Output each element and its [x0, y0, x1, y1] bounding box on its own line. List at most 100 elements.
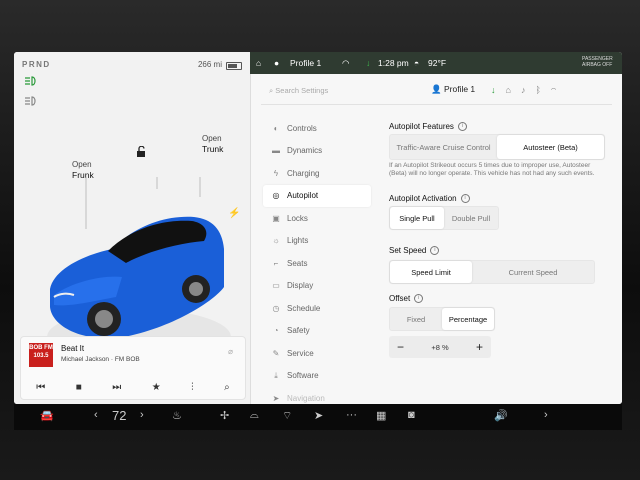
- top-status-bar: ⌂ ● Profile 1 ◠ ↓ 1:28 pm ◓ 92°F PASSENG…: [250, 52, 622, 74]
- settings-panel: ⌕ Search Settings 👤 Profile 1 ↓⌂♪ᛒ◠ ◐ Con…: [251, 74, 622, 404]
- menu-item-lights[interactable]: ☼ Lights: [263, 230, 371, 253]
- menu-item-controls[interactable]: ◐ Controls: [263, 117, 371, 140]
- search-input[interactable]: Search Settings: [275, 86, 328, 95]
- profile-icon: 👤: [431, 84, 442, 94]
- battery-icon: [226, 62, 242, 70]
- next-track-icon[interactable]: ⏭: [112, 382, 121, 393]
- volume-icon[interactable]: 🔊: [494, 409, 508, 422]
- offset-value: +8 %: [431, 342, 449, 352]
- touchscreen: PRND 266 mi Open Frunk Open Trunk ⚡ BOB …: [14, 52, 622, 404]
- station-logo: BOB FM 103.5: [29, 343, 53, 367]
- menu-item-charging[interactable]: ϟ Charging: [263, 162, 371, 185]
- clock-time: 1:28 pm: [378, 58, 409, 68]
- sun-icon: ☼: [272, 236, 280, 246]
- headlight-icon: [24, 76, 38, 86]
- temp-down-chevron-icon[interactable]: ‹: [94, 409, 98, 421]
- info-icon[interactable]: i: [460, 194, 470, 204]
- increase-button[interactable]: +: [476, 340, 483, 354]
- settings-search[interactable]: ⌕ Search Settings: [269, 86, 328, 96]
- percentage-option[interactable]: Percentage: [442, 308, 494, 330]
- wrench-icon: ✎: [272, 348, 280, 358]
- download-icon: ↓: [366, 58, 371, 68]
- current-speed-option[interactable]: Current Speed: [472, 261, 594, 283]
- profile-icon[interactable]: ●: [274, 58, 279, 68]
- autopilot-activation-toggle: Single Pull Double Pull: [389, 206, 499, 230]
- media-controls: ⏮ ■ ⏭ ★ ⫶ ⌕: [21, 379, 245, 395]
- frunk-label-line1: Open: [72, 160, 92, 169]
- clock-icon: ◷: [272, 303, 280, 313]
- search-icon: ⌕: [269, 86, 274, 95]
- decrease-button[interactable]: −: [397, 340, 404, 354]
- navigation-icon[interactable]: ➤: [314, 409, 323, 422]
- home-icon[interactable]: ⌂: [256, 58, 261, 68]
- song-artist: Michael Jackson · FM BOB: [61, 356, 140, 363]
- temp-up-chevron-icon[interactable]: ›: [140, 409, 144, 421]
- info-icon[interactable]: i: [430, 246, 440, 256]
- menu-item-schedule[interactable]: ◷ Schedule: [263, 297, 371, 320]
- search-icon[interactable]: ⌕: [224, 382, 230, 393]
- stop-icon[interactable]: ■: [76, 382, 82, 393]
- settings-profile[interactable]: 👤 Profile 1: [431, 84, 475, 95]
- person-icon: ◓: [414, 58, 420, 68]
- software-update-icon[interactable]: ↓: [491, 85, 506, 95]
- seat-icon: ⌐: [273, 258, 279, 268]
- vehicle-status-bar: PRND 266 mi: [22, 60, 242, 72]
- bolt-icon: ϟ: [273, 168, 279, 178]
- menu-item-locks[interactable]: ▣ Locks: [263, 207, 371, 230]
- fan-icon[interactable]: ✢: [220, 409, 229, 422]
- wifi-icon[interactable]: ◠: [551, 85, 566, 95]
- homelink-icon[interactable]: ⌂: [506, 85, 521, 95]
- bluetooth-icon[interactable]: ᛒ: [535, 85, 550, 95]
- single-pull-option[interactable]: Single Pull: [390, 207, 444, 229]
- app-launcher-icon[interactable]: ▦: [376, 409, 386, 422]
- no-signal-icon: ⌀: [228, 347, 233, 356]
- car-icon[interactable]: 🚘: [40, 409, 54, 422]
- info-icon[interactable]: i: [414, 294, 424, 304]
- menu-item-safety[interactable]: ◔ Safety: [263, 320, 371, 343]
- seat-heater-icon[interactable]: ♨: [172, 409, 182, 422]
- previous-track-icon[interactable]: ⏮: [36, 382, 45, 393]
- equalizer-icon[interactable]: ⫶: [191, 382, 194, 393]
- car-icon: ▬: [272, 146, 280, 156]
- fixed-option[interactable]: Fixed: [390, 308, 442, 330]
- menu-item-software[interactable]: ⤓ Software: [263, 365, 371, 388]
- trunk-label-line2: Trunk: [202, 144, 224, 154]
- lock-icon: ▣: [272, 213, 280, 223]
- unlock-icon[interactable]: [136, 145, 146, 160]
- speed-limit-option[interactable]: Speed Limit: [390, 261, 472, 283]
- strikeout-note: If an Autopilot Strikeout occurs 5 times…: [389, 162, 595, 177]
- menu-item-display[interactable]: ▭ Display: [263, 275, 371, 298]
- offset-toggle: Fixed Percentage: [389, 307, 495, 331]
- toggle-icon: ◐: [273, 123, 279, 133]
- volume-chevron-icon[interactable]: ›: [544, 409, 548, 421]
- autopilot-activation-title: Autopilot Activation i: [389, 194, 470, 204]
- offset-stepper: − +8 % +: [389, 336, 491, 358]
- bell-icon[interactable]: ♪: [521, 85, 536, 95]
- menu-item-seats[interactable]: ⌐ Seats: [263, 252, 371, 275]
- camera-icon[interactable]: ◙: [408, 409, 415, 421]
- shield-icon: ◔: [273, 326, 279, 336]
- menu-item-navigation[interactable]: ➤ Navigation: [263, 387, 371, 404]
- gear-indicator: PRND: [22, 60, 51, 69]
- settings-profile-name: Profile 1: [443, 84, 476, 94]
- favorite-star-icon[interactable]: ★: [152, 382, 161, 393]
- more-dots-icon[interactable]: ···: [346, 409, 357, 421]
- trunk-label-line1: Open: [202, 134, 222, 143]
- bottom-dock: 🚘 ‹ 72 › ♨ ✢ ⌓ ⌔ ➤ ··· ▦ ◙ 🔊 ›: [14, 404, 622, 430]
- menu-item-dynamics[interactable]: ▬ Dynamics: [263, 140, 371, 163]
- menu-item-service[interactable]: ✎ Service: [263, 342, 371, 365]
- autopilot-features-toggle: Traffic-Aware Cruise Control Autosteer (…: [389, 134, 605, 160]
- cabin-temperature[interactable]: 72: [112, 408, 126, 423]
- double-pull-option[interactable]: Double Pull: [444, 207, 498, 229]
- traffic-aware-cruise-option[interactable]: Traffic-Aware Cruise Control: [390, 135, 497, 159]
- autosteer-option[interactable]: Autosteer (Beta): [497, 135, 604, 159]
- display-icon: ▭: [272, 281, 280, 291]
- topbar-profile-name[interactable]: Profile 1: [290, 58, 321, 68]
- menu-item-autopilot[interactable]: ◎ Autopilot: [263, 184, 371, 207]
- song-title: Beat It: [61, 344, 85, 353]
- rear-defrost-icon[interactable]: ⌔: [282, 409, 292, 423]
- info-icon[interactable]: i: [457, 122, 467, 132]
- open-trunk-button[interactable]: Open Trunk: [202, 134, 223, 154]
- settings-header-icons: ↓⌂♪ᛒ◠: [491, 85, 566, 95]
- front-defrost-icon[interactable]: ⌓: [250, 409, 259, 422]
